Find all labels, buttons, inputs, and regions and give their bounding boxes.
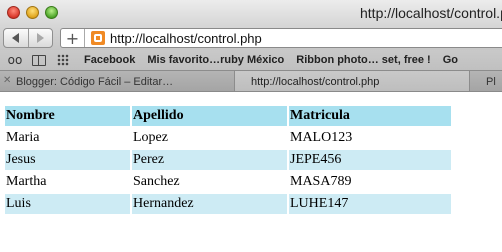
top-sites-button[interactable] — [54, 53, 72, 67]
back-arrow-icon — [12, 33, 20, 43]
cell-matricula: JEPE456 — [289, 150, 451, 170]
cell-matricula: MASA789 — [289, 172, 451, 192]
glasses-icon: oo — [7, 53, 23, 67]
tab-label: Pl — [486, 75, 496, 88]
table-row: Maria Lopez MALO123 — [5, 128, 451, 148]
table-row: Jesus Perez JEPE456 — [5, 150, 451, 170]
table-row: Luis Hernandez LUHE147 — [5, 194, 451, 214]
bookmarks-bar: oo Facebook Mis favorito…ruby México Rib… — [0, 50, 502, 70]
address-bar[interactable]: + http://localhost/control.php — [60, 28, 502, 48]
window-title: http://localhost/control.php — [360, 5, 502, 21]
xampp-favicon-icon — [91, 31, 105, 45]
toolbar: + http://localhost/control.php — [0, 26, 502, 50]
page-content: Nombre Apellido Matricula Maria Lopez MA… — [0, 92, 502, 252]
close-window-button[interactable] — [7, 6, 20, 19]
cell-apellido: Sanchez — [132, 172, 287, 192]
cell-matricula: LUHE147 — [289, 194, 451, 214]
book-icon — [32, 54, 46, 66]
cell-apellido: Lopez — [132, 128, 287, 148]
tab-label: Blogger: Código Fácil – Editar… — [16, 75, 174, 88]
table-row: Martha Sanchez MASA789 — [5, 172, 451, 192]
tab-partial[interactable]: Pl — [470, 71, 502, 91]
grid-icon — [57, 54, 69, 66]
forward-button[interactable] — [27, 29, 52, 47]
reading-list-button[interactable]: oo — [6, 53, 24, 67]
tab-control-php[interactable]: http://localhost/control.php — [235, 71, 470, 91]
bookmark-mis-favoritos[interactable]: Mis favorito…ruby México — [147, 54, 284, 66]
bookmark-go[interactable]: Go — [443, 54, 458, 66]
add-bookmark-button[interactable]: + — [61, 28, 85, 48]
bookmark-ribbon-photo[interactable]: Ribbon photo… set, free ! — [296, 54, 430, 66]
column-header-nombre: Nombre — [5, 106, 130, 126]
url-text[interactable]: http://localhost/control.php — [110, 31, 262, 46]
back-button[interactable] — [4, 29, 28, 47]
cell-matricula: MALO123 — [289, 128, 451, 148]
bookmark-facebook[interactable]: Facebook — [84, 54, 135, 66]
minimize-window-button[interactable] — [26, 6, 39, 19]
zoom-window-button[interactable] — [45, 6, 58, 19]
cell-apellido: Perez — [132, 150, 287, 170]
table-header-row: Nombre Apellido Matricula — [5, 106, 451, 126]
column-header-matricula: Matricula — [289, 106, 451, 126]
cell-nombre: Luis — [5, 194, 130, 214]
tab-label: http://localhost/control.php — [251, 75, 380, 88]
close-tab-icon[interactable]: ✕ — [3, 75, 11, 86]
forward-arrow-icon — [36, 33, 44, 43]
cell-nombre: Martha — [5, 172, 130, 192]
students-table: Nombre Apellido Matricula Maria Lopez MA… — [3, 104, 453, 216]
cell-nombre: Jesus — [5, 150, 130, 170]
cell-nombre: Maria — [5, 128, 130, 148]
tab-strip: ✕ Blogger: Código Fácil – Editar… http:/… — [0, 70, 502, 92]
navigation-buttons — [3, 28, 53, 48]
tab-blogger[interactable]: ✕ Blogger: Código Fácil – Editar… — [0, 71, 235, 91]
column-header-apellido: Apellido — [132, 106, 287, 126]
title-bar: http://localhost/control.php — [0, 0, 502, 26]
bookmarks-button[interactable] — [30, 53, 48, 67]
cell-apellido: Hernandez — [132, 194, 287, 214]
plus-icon: + — [65, 28, 80, 48]
